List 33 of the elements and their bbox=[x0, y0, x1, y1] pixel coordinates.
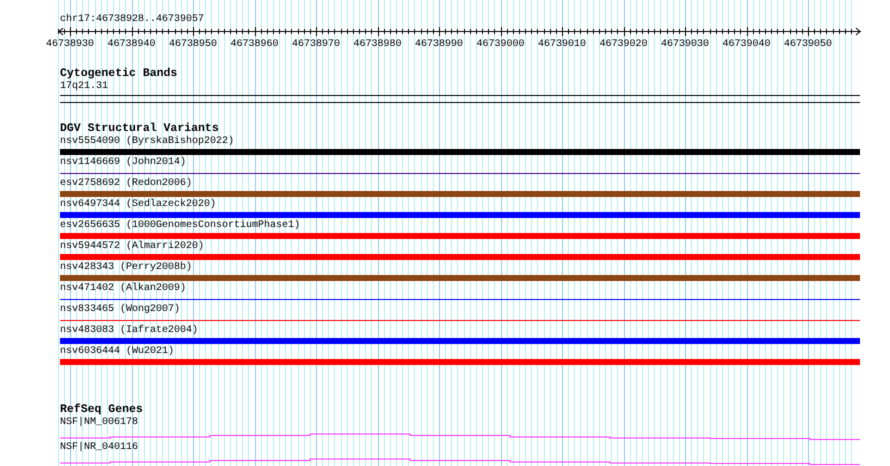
variant-label: nsv483083 (Iafrate2004) bbox=[60, 324, 198, 337]
track-title: Cytogenetic Bands bbox=[60, 68, 178, 80]
variant-label: esv2758692 (Redon2006) bbox=[60, 177, 192, 190]
ruler-tick-label: 46738930 bbox=[46, 39, 94, 50]
ruler-tick-label: 46739030 bbox=[661, 39, 709, 50]
variant-label: nsv428343 (Perry2008b) bbox=[60, 261, 192, 274]
track-title: DGV Structural Variants bbox=[60, 123, 219, 135]
variant-label: nsv471402 (Alkan2009) bbox=[60, 282, 186, 295]
gene-label: NSF|NR_040116 bbox=[60, 441, 138, 454]
variant-label: nsv5554090 (ByrskaBishop2022) bbox=[60, 135, 234, 148]
ruler-tick-label: 46739040 bbox=[722, 39, 770, 50]
gene-label: NSF|NM_006178 bbox=[60, 416, 138, 429]
variant-label: esv2656635 (1000GenomesConsortiumPhase1) bbox=[60, 219, 300, 232]
location-label: chr17:46738928..46739057 bbox=[60, 14, 204, 26]
gene-model-drawing[interactable] bbox=[60, 458, 860, 465]
ruler-tick-label: 46739050 bbox=[784, 39, 832, 50]
ruler-tick-label: 46738950 bbox=[169, 39, 217, 50]
band-label: 17q21.31 bbox=[60, 80, 108, 93]
ruler-tick-label: 46738970 bbox=[292, 39, 340, 50]
variant-label: nsv6497344 (Sedlazeck2020) bbox=[60, 198, 216, 211]
ruler-tick-label: 46738960 bbox=[230, 39, 278, 50]
variant-label: nsv833465 (Wong2007) bbox=[60, 303, 180, 316]
ruler-tick-label: 46739020 bbox=[600, 39, 648, 50]
ruler-tick-label: 46739010 bbox=[538, 39, 586, 50]
gene-model-drawing[interactable] bbox=[60, 434, 860, 440]
ruler-tick-label: 46739000 bbox=[476, 39, 524, 50]
ruler-tick-label: 46738940 bbox=[108, 39, 156, 50]
track-title: RefSeq Genes bbox=[60, 404, 143, 416]
variant-label: nsv6036444 (Wu2021) bbox=[60, 345, 174, 358]
ruler-tick-label: 46738980 bbox=[354, 39, 402, 50]
variant-label: nsv5944572 (Almarri2020) bbox=[60, 240, 204, 253]
ruler-tick-label: 46738990 bbox=[415, 39, 463, 50]
variant-label: nsv1146669 (John2014) bbox=[60, 156, 186, 169]
